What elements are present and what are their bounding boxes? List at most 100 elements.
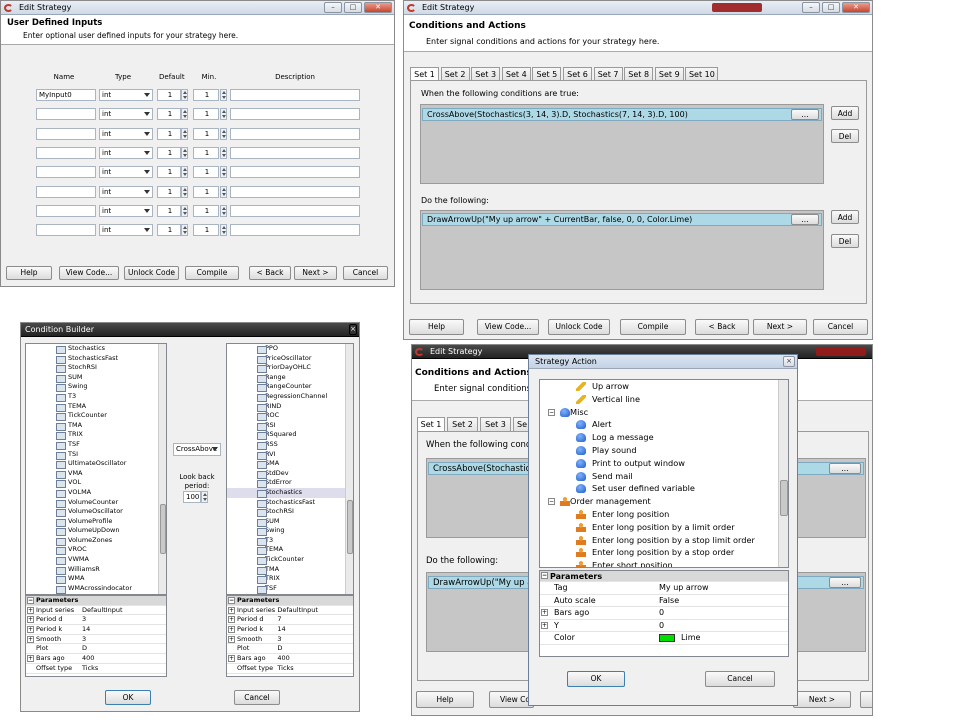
name-input[interactable] <box>36 166 96 179</box>
parameter-value[interactable]: 0 <box>659 607 664 620</box>
scrollbar[interactable] <box>778 380 788 567</box>
indicator-list-item[interactable]: VOL <box>26 478 166 488</box>
parameter-value[interactable]: 400 <box>277 654 289 664</box>
parameter-row[interactable]: + Input series DefaultInput <box>227 606 353 616</box>
parameter-value[interactable]: 400 <box>82 654 94 664</box>
tab-set-4[interactable]: Set 4 <box>501 67 531 81</box>
default-input[interactable]: 1 <box>157 224 181 237</box>
parameter-row[interactable]: + Smooth 3 <box>227 635 353 645</box>
tree-item[interactable]: Enter long position by a stop order <box>540 546 788 559</box>
parameter-row[interactable]: + Period k 14 <box>227 625 353 635</box>
tab-set-2[interactable]: Set 2 <box>447 417 478 431</box>
name-input[interactable] <box>36 204 96 217</box>
collapse-icon[interactable]: − <box>548 408 555 416</box>
view-code-button[interactable]: View Code... <box>477 319 539 335</box>
parameter-value[interactable]: DefaultInput <box>277 606 318 616</box>
description-input[interactable] <box>230 89 360 101</box>
cancel-button[interactable]: Cancel <box>343 266 388 280</box>
min-input[interactable]: 1 <box>193 127 219 140</box>
collapse-icon[interactable]: − <box>228 597 235 604</box>
parameter-value[interactable]: My up arrow <box>659 582 708 595</box>
parameter-value[interactable]: 3 <box>277 635 281 645</box>
indicator-list-item[interactable]: StochRSI <box>26 363 166 373</box>
unlock-code-button[interactable]: Unlock Code <box>548 319 610 335</box>
default-spinner[interactable] <box>181 224 188 237</box>
indicator-list-item[interactable]: StochRSI <box>227 507 353 517</box>
min-input[interactable]: 1 <box>193 146 219 159</box>
condition-row[interactable]: CrossAbove(Stochastics(3, 14, 3).D, Stoc… <box>422 108 822 121</box>
expand-icon[interactable]: + <box>27 606 34 614</box>
parameter-value[interactable]: 7 <box>277 615 281 625</box>
indicator-list-item[interactable]: RegressionChannel <box>227 392 353 402</box>
indicator-list-item[interactable]: PriorDayOHLC <box>227 363 353 373</box>
indicator-list-item[interactable]: VolumeUpDown <box>26 526 166 536</box>
indicator-list-item[interactable]: RSquared <box>227 430 353 440</box>
min-spinner[interactable] <box>220 224 227 237</box>
default-input[interactable]: 1 <box>157 185 181 198</box>
compile-button[interactable]: Compile <box>185 266 239 280</box>
parameter-value[interactable]: False <box>659 595 679 608</box>
tree-item[interactable]: Play sound <box>540 444 788 457</box>
scrollbar-thumb[interactable] <box>160 504 166 554</box>
tree-item[interactable]: Vertical line <box>540 393 788 406</box>
right-parameters-grid[interactable]: − Parameters + Input series DefaultInput + Per… <box>226 595 354 677</box>
parameter-row[interactable]: + Input series DefaultInput <box>26 606 166 616</box>
indicator-list-item[interactable]: Stochastics <box>26 344 166 354</box>
expand-icon[interactable]: + <box>27 635 34 643</box>
cancel-button[interactable]: Cancel <box>705 671 775 687</box>
default-input[interactable]: 1 <box>157 89 181 101</box>
min-input[interactable]: 1 <box>193 204 219 217</box>
parameter-value[interactable]: 14 <box>277 625 285 635</box>
expand-icon[interactable]: + <box>228 635 235 643</box>
tree-item[interactable]: Enter long position by a stop limit orde… <box>540 534 788 547</box>
ok-button[interactable]: OK <box>567 671 625 687</box>
indicator-list-item[interactable]: WilliamsR <box>26 565 166 575</box>
min-input[interactable]: 1 <box>193 224 219 237</box>
indicator-list-item[interactable]: VROC <box>26 545 166 556</box>
parameter-value[interactable]: D <box>82 644 87 654</box>
indicator-list-item[interactable]: TEMA <box>227 545 353 556</box>
indicator-list-item[interactable]: TMA <box>26 421 166 431</box>
maximize-button[interactable]: □ <box>822 2 840 13</box>
help-button[interactable]: Help <box>416 691 474 708</box>
next-button[interactable]: Next > <box>753 319 807 335</box>
default-spinner[interactable] <box>181 166 188 179</box>
min-spinner[interactable] <box>220 166 227 179</box>
indicator-list-item[interactable]: StdDev <box>227 469 353 479</box>
min-spinner[interactable] <box>220 89 227 101</box>
indicator-list-item[interactable]: RSS <box>227 440 353 450</box>
cancel-button[interactable]: Cancel <box>813 319 868 335</box>
tree-item[interactable]: Enter long position by a limit order <box>540 521 788 534</box>
condition-edit-button[interactable]: ... <box>791 109 819 120</box>
minimize-button[interactable]: – <box>324 2 342 13</box>
lookback-spinner[interactable] <box>201 491 208 503</box>
indicator-list-item[interactable]: PPO <box>227 344 353 354</box>
add-condition-button[interactable]: Add <box>831 106 859 120</box>
tree-item[interactable]: Alert <box>540 418 788 431</box>
tab-set-7[interactable]: Set 7 <box>593 67 623 81</box>
tab-set-9[interactable]: Set 9 <box>654 67 684 81</box>
parameter-value[interactable]: 14 <box>82 625 90 635</box>
left-parameters-grid[interactable]: − Parameters + Input series DefaultInput + Per… <box>25 595 167 677</box>
indicator-list-item[interactable]: Stochastics <box>227 487 353 498</box>
indicator-list-item[interactable]: VolumeOscillator <box>26 507 166 517</box>
lookback-input[interactable]: 100 <box>183 491 201 503</box>
scrollbar[interactable] <box>345 344 353 594</box>
indicator-list-item[interactable]: RIND <box>227 402 353 412</box>
unlock-code-button[interactable]: Unlock Code <box>124 266 179 280</box>
parameter-value[interactable]: Ticks <box>277 664 293 674</box>
close-button[interactable]: ✕ <box>842 2 870 13</box>
ok-button[interactable]: OK <box>105 690 151 705</box>
condition-edit-button[interactable]: ... <box>829 463 861 474</box>
type-select[interactable]: int <box>99 108 153 121</box>
maximize-button[interactable]: □ <box>344 2 362 13</box>
name-input[interactable] <box>36 185 96 198</box>
parameter-row[interactable]: Color Lime <box>540 632 788 645</box>
minimize-button[interactable]: – <box>802 2 820 13</box>
indicator-list-item[interactable]: TickCounter <box>227 555 353 565</box>
indicator-list-item[interactable]: StochasticsFast <box>26 354 166 364</box>
back-button[interactable]: < Back <box>249 266 291 280</box>
parameter-row[interactable]: + Bars ago 0 <box>540 607 788 620</box>
min-input[interactable]: 1 <box>193 185 219 198</box>
indicator-list-item[interactable]: RSI <box>227 421 353 431</box>
